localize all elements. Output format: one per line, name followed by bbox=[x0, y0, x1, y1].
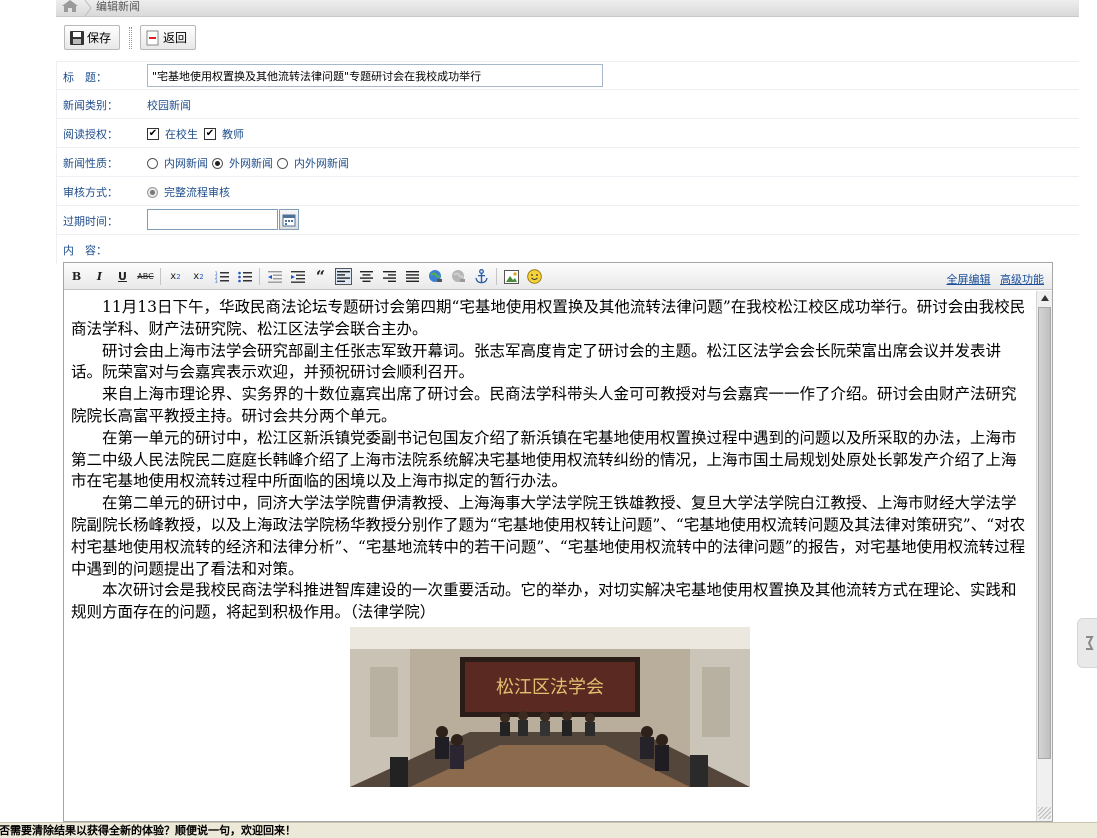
photo-banner-text: 松江区法学会 bbox=[496, 677, 604, 698]
content-paragraph: 本次研讨会是我校民商法学科推进智库建设的一次重要活动。它的举办，对切实解决宅基地… bbox=[71, 581, 1017, 622]
category-label: 新闻类别： bbox=[63, 99, 118, 112]
title-row: 标 题： bbox=[56, 61, 1079, 90]
read-permission-label: 阅读授权： bbox=[63, 128, 118, 141]
back-button-label: 返回 bbox=[163, 31, 188, 45]
toolbar-separator bbox=[259, 268, 260, 285]
bold-icon[interactable]: B bbox=[68, 268, 85, 285]
advanced-features-link[interactable]: 高级功能 bbox=[1000, 273, 1044, 286]
extranet-radio[interactable] bbox=[212, 157, 223, 169]
both-net-radio[interactable] bbox=[277, 157, 288, 169]
review-method-label: 审核方式： bbox=[63, 186, 118, 199]
student-checkbox[interactable]: ✔ bbox=[147, 128, 159, 140]
side-feedback-tab[interactable] bbox=[1077, 618, 1097, 668]
underline-icon[interactable]: U bbox=[114, 268, 131, 285]
calendar-icon bbox=[282, 214, 296, 226]
unlink-icon[interactable] bbox=[450, 268, 467, 285]
insert-image-icon[interactable] bbox=[503, 268, 520, 285]
read-permission-row: 阅读授权： ✔ 在校生 ✔ 教师 bbox=[56, 119, 1079, 148]
strikethrough-icon[interactable]: ABC bbox=[137, 268, 154, 285]
home-icon[interactable] bbox=[62, 0, 78, 12]
content-paragraph: 在第二单元的研讨中，同济大学法学院曹伊清教授、上海海事大学法学院王铁雄教授、复旦… bbox=[71, 494, 1026, 578]
editor-links: 全屏编辑 高级功能 bbox=[941, 271, 1045, 287]
title-input[interactable] bbox=[147, 64, 603, 87]
news-nature-row: 新闻性质： 内网新闻 外网新闻 内外网新闻 bbox=[56, 148, 1079, 177]
expire-label: 过期时间： bbox=[63, 215, 118, 228]
toolbar-separator bbox=[496, 268, 497, 285]
align-left-icon[interactable] bbox=[335, 268, 352, 285]
both-net-option-label: 内外网新闻 bbox=[294, 157, 349, 170]
side-tab-icon bbox=[1086, 636, 1094, 650]
superscript-icon[interactable]: x2 bbox=[190, 268, 207, 285]
scrollbar-thumb[interactable] bbox=[1038, 307, 1051, 759]
intranet-option-label: 内网新闻 bbox=[164, 157, 208, 170]
scroll-up-icon[interactable] bbox=[1037, 291, 1052, 305]
emoticon-icon[interactable] bbox=[526, 268, 543, 285]
italic-icon[interactable]: I bbox=[91, 268, 108, 285]
blockquote-icon[interactable]: “ bbox=[312, 267, 329, 286]
content-label: 内 容： bbox=[63, 244, 107, 257]
student-option-label: 在校生 bbox=[165, 128, 198, 141]
editor-scrollbar[interactable] bbox=[1036, 291, 1052, 821]
editor-toolbar: B I U ABC x2 x2 123 “ 全屏编辑 高级功能 bbox=[64, 263, 1052, 290]
expire-date-input[interactable] bbox=[147, 209, 278, 230]
status-message: 是否需要清除结果以获得全新的体验？顺便说一句，欢迎回来！ bbox=[0, 824, 296, 837]
read-permission-options: ✔ 在校生 ✔ 教师 bbox=[147, 126, 248, 142]
full-review-radio[interactable] bbox=[147, 186, 158, 198]
expire-row: 过期时间： bbox=[56, 206, 1079, 235]
resize-handle-icon[interactable] bbox=[1038, 807, 1051, 819]
teacher-option-label: 教师 bbox=[222, 128, 244, 141]
news-form: 标 题： 新闻类别： 校园新闻 阅读授权： ✔ 在校生 ✔ 教师 新闻性质： 内… bbox=[56, 61, 1079, 264]
save-icon bbox=[70, 30, 84, 45]
content-paragraph: 研讨会由上海市法学会研究部副主任张志军致开幕词。张志军高度肯定了研讨会的主题。松… bbox=[71, 341, 1002, 382]
status-bar: 是否需要清除结果以获得全新的体验？顺便说一句，欢迎回来！ bbox=[0, 822, 1097, 838]
save-button-label: 保存 bbox=[87, 31, 112, 45]
toolbar-divider bbox=[129, 27, 132, 49]
category-row: 新闻类别： 校园新闻 bbox=[56, 90, 1079, 119]
insert-link-icon[interactable] bbox=[427, 268, 444, 285]
editor-content[interactable]: 11月13日下午，华政民商法论坛专题研讨会第四期“宅基地使用权置换及其他流转法律… bbox=[64, 291, 1036, 821]
extranet-option-label: 外网新闻 bbox=[229, 157, 273, 170]
subscript-icon[interactable]: x2 bbox=[167, 268, 184, 285]
content-row: 内 容： bbox=[56, 235, 1079, 264]
unordered-list-icon[interactable] bbox=[236, 268, 253, 285]
justify-icon[interactable] bbox=[404, 268, 421, 285]
toolbar-separator bbox=[160, 268, 161, 285]
anchor-icon[interactable] bbox=[473, 268, 490, 285]
calendar-button[interactable] bbox=[279, 209, 299, 230]
intranet-radio[interactable] bbox=[147, 157, 158, 169]
content-paragraph: 来自上海市理论界、实务界的十数位嘉宾出席了研讨会。民商法学科带头人金可可教授对与… bbox=[71, 385, 1017, 425]
ordered-list-icon[interactable]: 123 bbox=[213, 268, 230, 285]
svg-text:3: 3 bbox=[215, 279, 218, 283]
review-method-row: 审核方式： 完整流程审核 bbox=[56, 177, 1079, 206]
back-button[interactable]: 返回 bbox=[140, 25, 196, 50]
seminar-photo: 松江区法学会 bbox=[350, 626, 750, 787]
breadcrumb: 编辑新闻 bbox=[56, 0, 1079, 17]
full-review-option-label: 完整流程审核 bbox=[164, 186, 230, 199]
content-paragraph: 在第一单元的研讨中，松江区新浜镇党委副书记包国友介绍了新浜镇在宅基地使用权置换过… bbox=[71, 428, 1017, 491]
fullscreen-edit-link[interactable]: 全屏编辑 bbox=[947, 273, 991, 286]
align-right-icon[interactable] bbox=[381, 268, 398, 285]
category-value: 校园新闻 bbox=[147, 99, 191, 112]
breadcrumb-current: 编辑新闻 bbox=[96, 0, 140, 13]
news-nature-options: 内网新闻 外网新闻 内外网新闻 bbox=[147, 155, 353, 171]
review-method-options: 完整流程审核 bbox=[147, 184, 234, 200]
content-paragraph: 11月13日下午，华政民商法论坛专题研讨会第四期“宅基地使用权置换及其他流转法律… bbox=[71, 298, 1026, 338]
teacher-checkbox[interactable]: ✔ bbox=[204, 128, 216, 140]
news-nature-label: 新闻性质： bbox=[63, 157, 118, 170]
save-button[interactable]: 保存 bbox=[64, 25, 120, 50]
outdent-icon[interactable] bbox=[266, 268, 283, 285]
indent-icon[interactable] bbox=[289, 268, 306, 285]
breadcrumb-separator-icon bbox=[84, 0, 92, 16]
back-icon bbox=[146, 30, 159, 45]
title-label: 标 题： bbox=[63, 71, 107, 84]
rich-text-editor: B I U ABC x2 x2 123 “ 全屏编辑 高级功能 11月13日下午… bbox=[63, 262, 1053, 822]
align-center-icon[interactable] bbox=[358, 268, 375, 285]
